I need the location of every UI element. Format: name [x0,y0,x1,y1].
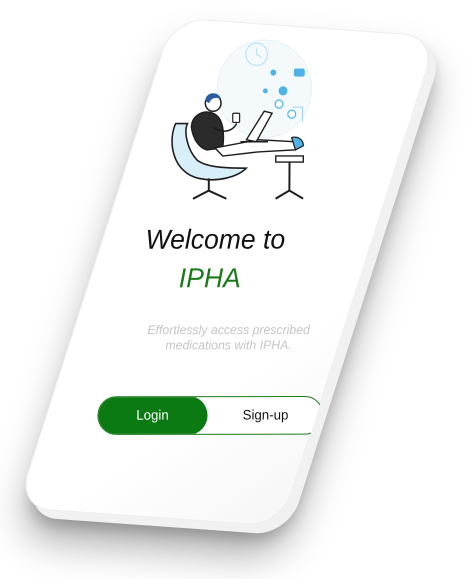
phone-frame: Welcome to IPHA Effortlessly access pres… [16,17,445,536]
welcome-screen: Welcome to IPHA Effortlessly access pres… [93,22,361,523]
person-at-laptop-illustration [171,39,313,200]
phone-screen: Welcome to IPHA Effortlessly access pres… [16,17,438,527]
auth-toggle: Login Sign-up [97,395,324,435]
signup-button[interactable]: Sign-up [210,397,320,434]
welcome-title: Welcome to [145,224,286,255]
login-button[interactable]: Login [97,396,208,435]
brand-name: IPHA [178,262,241,294]
app-mockup: Welcome to IPHA Effortlessly access pres… [0,0,472,579]
welcome-subtitle: Effortlessly access prescribed medicatio… [147,322,310,353]
